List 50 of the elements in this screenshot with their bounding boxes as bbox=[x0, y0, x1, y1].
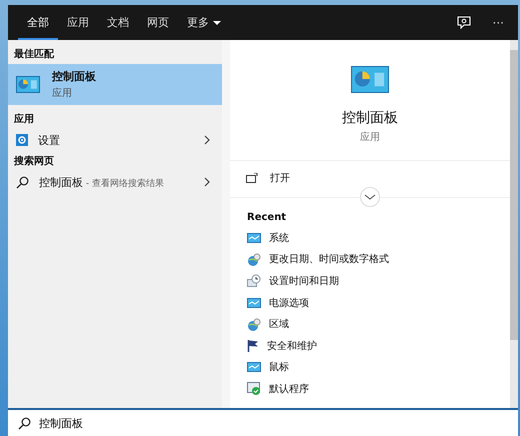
feedback-icon bbox=[456, 16, 471, 29]
section-heading: 最佳匹配 bbox=[13, 48, 55, 62]
window-icon bbox=[246, 173, 258, 183]
result-item[interactable]: 控制面板 - 查看网络搜索结果 bbox=[8, 171, 222, 193]
more-button[interactable]: ··· bbox=[492, 16, 504, 30]
best-match-item[interactable]: 控制面板 应用 bbox=[8, 64, 222, 105]
expand-button[interactable] bbox=[360, 187, 380, 207]
result-title: 控制面板 - 查看网络搜索结果 bbox=[39, 174, 165, 190]
chevron-right-icon bbox=[204, 177, 210, 187]
globe-clock-icon bbox=[247, 252, 261, 266]
recent-item[interactable]: 区域 bbox=[230, 313, 510, 335]
app-title: 控制面板 bbox=[342, 109, 398, 127]
search-box[interactable]: 控制面板 bbox=[8, 408, 518, 436]
globe-clock-icon bbox=[247, 318, 261, 331]
recent-item[interactable]: 鼠标 bbox=[230, 356, 510, 378]
result-title: 设置 bbox=[38, 132, 61, 148]
recent-item[interactable]: 安全和维护 bbox=[230, 334, 510, 357]
monitor-icon bbox=[247, 298, 261, 308]
tab[interactable]: 网页 bbox=[138, 5, 178, 40]
recent-item[interactable]: 更改日期、时间或数字格式 bbox=[230, 248, 510, 270]
recent-item[interactable]: 设置时间和日期 bbox=[230, 270, 510, 292]
flag-icon bbox=[247, 339, 259, 352]
calendar-clock-icon bbox=[247, 274, 261, 288]
app-type: 应用 bbox=[360, 130, 380, 144]
result-title: 控制面板 bbox=[52, 69, 96, 84]
control-panel-icon bbox=[351, 66, 389, 93]
chevron-down-icon bbox=[364, 194, 376, 200]
tab[interactable]: 文档 bbox=[98, 5, 138, 40]
control-panel-icon bbox=[16, 76, 40, 93]
result-item[interactable]: 设置 bbox=[8, 129, 222, 151]
recent-item[interactable]: 默认程序 bbox=[230, 378, 510, 400]
section-heading: Recent bbox=[246, 211, 288, 225]
tab[interactable]: 应用 bbox=[58, 5, 98, 40]
open-action[interactable]: 打开 bbox=[246, 171, 494, 185]
monitor-icon bbox=[247, 362, 261, 372]
result-type: 应用 bbox=[52, 86, 73, 100]
recent-item[interactable]: 电源选项 bbox=[230, 292, 510, 314]
tab[interactable]: 更多 bbox=[178, 5, 230, 40]
search-icon bbox=[16, 176, 29, 188]
gear-icon bbox=[16, 134, 28, 146]
section-heading: 应用 bbox=[13, 112, 35, 127]
feedback-button[interactable] bbox=[456, 16, 471, 29]
program-check-icon bbox=[247, 382, 261, 396]
chevron-right-icon bbox=[204, 135, 210, 145]
caret-icon bbox=[213, 20, 221, 24]
search-field[interactable]: 控制面板 bbox=[39, 416, 518, 430]
recent-item[interactable]: 系统 bbox=[230, 227, 510, 249]
monitor-icon bbox=[247, 232, 261, 243]
search-icon bbox=[18, 416, 31, 430]
section-heading: 搜索网页 bbox=[12, 154, 55, 169]
